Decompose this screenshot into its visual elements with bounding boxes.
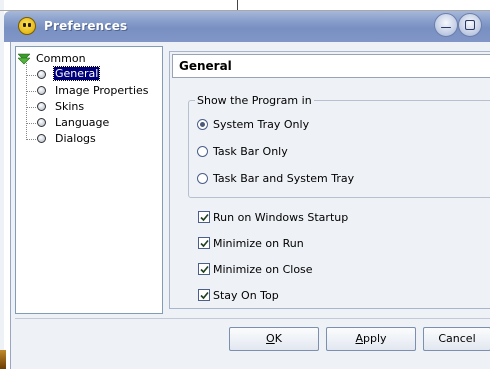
app-smiley-icon [18,17,36,35]
node-bullet-icon [37,86,46,95]
minimize-icon [441,27,451,28]
radio-label: Task Bar and System Tray [213,172,355,185]
tree-root-label: Common [36,52,86,65]
checkbox-indicator[interactable] [198,289,210,301]
groupbox-title: Show the Program in [195,94,314,107]
minimize-button[interactable] [434,13,458,37]
preferences-window: Preferences Common General Image Propert… [4,11,490,369]
tree-item-image-properties[interactable]: Image Properties [16,83,156,99]
tree-branch-line [27,123,36,124]
checkbox-label: Minimize on Close [213,263,313,276]
radio-indicator[interactable] [197,119,208,130]
tree-branch-line [27,75,36,76]
radio-indicator[interactable] [197,146,208,157]
maximize-button[interactable] [458,13,482,37]
category-tree[interactable]: Common General Image Properties Skins La [15,46,163,314]
checkbox-indicator[interactable] [198,263,210,275]
node-bullet-icon [37,102,46,111]
checkmark-icon [200,265,209,274]
cancel-label: Cancel [438,332,476,345]
window-title: Preferences [44,19,128,33]
maximize-icon [465,20,475,30]
checkmark-icon [200,291,209,300]
checkbox-label: Stay On Top [213,289,279,302]
node-bullet-icon [37,70,46,79]
checkbox-label: Run on Windows Startup [213,211,349,224]
taskbar-edge [0,350,6,369]
node-bullet-icon [37,118,46,127]
apply-button[interactable]: Apply [326,327,416,351]
dialog-client-area: Common General Image Properties Skins La [10,42,490,369]
panel-title: General [179,59,232,73]
tree-branch-line [27,91,36,92]
title-bar[interactable]: Preferences [4,11,490,42]
ok-label-rest: K [274,332,282,345]
tree-item-label: Dialogs [55,132,96,145]
radio-label: Task Bar Only [213,145,288,158]
checkmark-icon [200,239,209,248]
button-bar-separator [15,318,490,319]
tree-item-label: Language [55,116,110,129]
tree-item-skins[interactable]: Skins [16,99,156,115]
tree-item-label: Skins [55,100,85,113]
ok-mnemonic: O [266,332,275,345]
radio-label: System Tray Only [213,118,310,131]
checkbox-label: Minimize on Run [213,237,304,250]
checkmark-icon [200,213,209,222]
tree-item-language[interactable]: Language [16,115,156,131]
expand-arrow-icon [18,53,30,65]
tree-item-label: Image Properties [55,84,149,97]
checkbox-indicator[interactable] [198,211,210,223]
settings-panel: General Show the Program in System Tray … [169,51,490,309]
show-program-groupbox: Show the Program in System Tray Only Tas… [188,94,490,198]
cancel-button[interactable]: Cancel [423,327,490,351]
background-divider [237,0,238,10]
tree-branch-line [27,139,36,140]
tree-item-general[interactable]: General [16,66,156,83]
ok-button[interactable]: OK [229,327,319,351]
tree-root-common[interactable]: Common [16,51,156,67]
radio-indicator[interactable] [197,173,208,184]
apply-mnemonic: A [355,332,363,345]
tree-branch-line [27,107,36,108]
node-bullet-icon [37,134,46,143]
checkbox-indicator[interactable] [198,237,210,249]
tree-item-label: General [52,66,101,81]
tree-item-dialogs[interactable]: Dialogs [16,131,156,147]
apply-label-rest: pply [363,332,387,345]
panel-header: General [172,54,490,78]
